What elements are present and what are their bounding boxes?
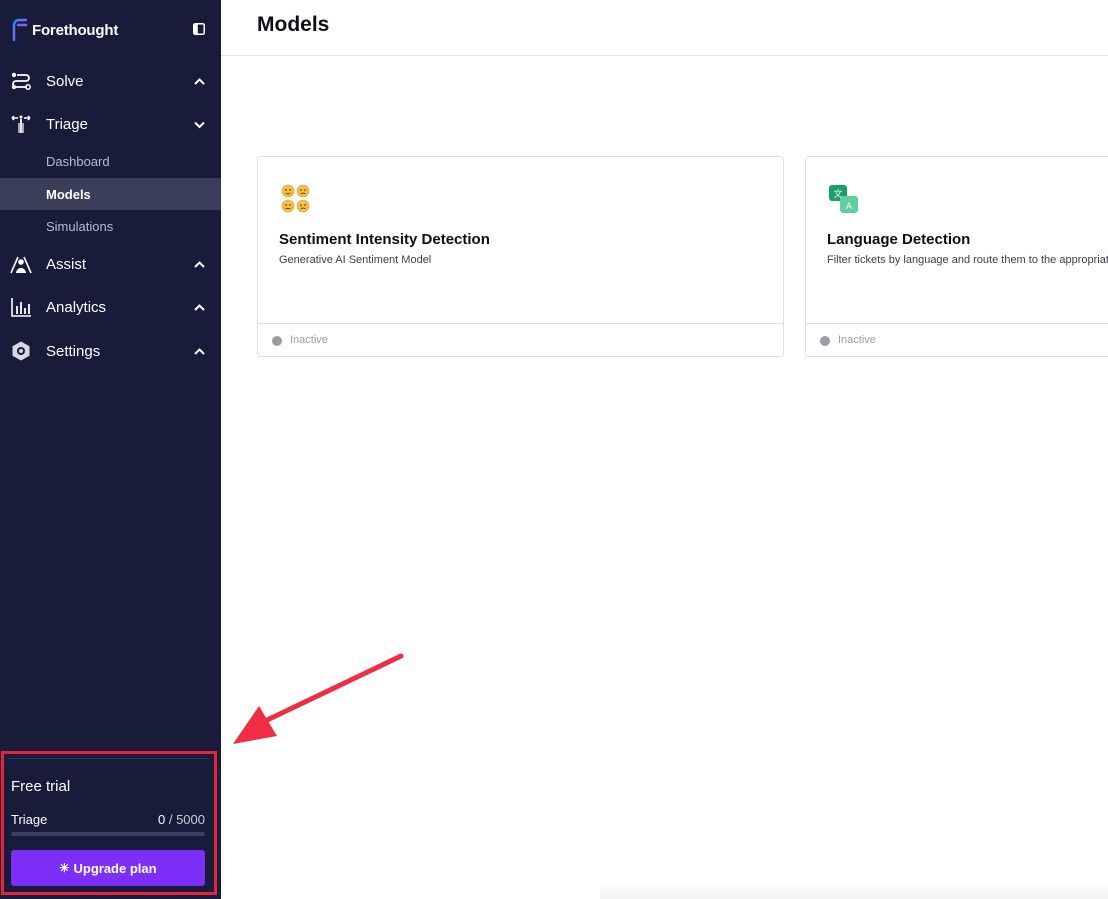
free-trial-panel: Free trial Triage 0 / 5000 ✳ Upgrade pla… [1, 751, 217, 895]
trial-divider [8, 758, 210, 759]
brand-name: Forethought [32, 21, 119, 39]
nav-item-settings[interactable]: Settings [0, 333, 221, 369]
chevron-up-icon [194, 303, 205, 311]
bottom-shadow [600, 880, 1108, 899]
nav-label-assist: Assist [46, 255, 87, 273]
sidebar-item-models[interactable]: Models [0, 178, 221, 210]
upgrade-plan-button[interactable]: ✳ Upgrade plan [11, 850, 205, 886]
settings-icon [12, 341, 30, 361]
card-title: Sentiment Intensity Detection [279, 231, 490, 248]
model-card-language[interactable]: 文 A Language Detection Filter tickets by… [805, 156, 1108, 357]
sidebar-item-label: Simulations [46, 218, 114, 234]
brand[interactable]: Forethought [10, 18, 118, 42]
nav-label-solve: Solve [46, 72, 84, 90]
translate-icon: 文 A [829, 185, 858, 213]
nav-label-settings: Settings [46, 342, 101, 360]
chevron-up-icon [194, 347, 205, 355]
chevron-up-icon [194, 260, 205, 268]
trial-limit: 5000 [176, 812, 205, 827]
sidebar-item-simulations[interactable]: Simulations [0, 210, 221, 242]
sparkle-icon: ✳ [59, 861, 70, 875]
sidebar: Forethought Solve Triage Dashboard Model… [0, 0, 221, 899]
trial-usage-count: 0 / 5000 [158, 812, 205, 827]
nav-item-assist[interactable]: Assist [0, 246, 221, 282]
card-title: Language Detection [827, 231, 971, 248]
page-header: Models [221, 0, 1108, 56]
status-dot-icon [272, 336, 282, 346]
trial-product-label: Triage [11, 812, 48, 827]
solve-icon [11, 72, 31, 90]
svg-text:A: A [846, 202, 853, 212]
card-footer: Inactive [258, 323, 783, 356]
model-card-sentiment[interactable]: Sentiment Intensity Detection Generative… [257, 156, 784, 357]
assist-icon [10, 256, 32, 274]
svg-text:文: 文 [833, 188, 842, 200]
sentiment-faces-icon [281, 184, 310, 213]
sidebar-collapse-icon[interactable] [193, 23, 205, 35]
nav-item-analytics[interactable]: Analytics [0, 289, 221, 325]
sidebar-item-dashboard[interactable]: Dashboard [0, 145, 221, 177]
chevron-up-icon [194, 77, 205, 85]
card-description: Generative AI Sentiment Model [279, 254, 432, 266]
upgrade-plan-label: Upgrade plan [73, 860, 157, 876]
trial-progress-bar [11, 832, 205, 836]
status-badge: Inactive [838, 334, 876, 346]
forethought-logo-icon [12, 18, 28, 42]
triage-icon [11, 115, 31, 133]
nav-item-triage[interactable]: Triage [0, 106, 221, 142]
card-description: Filter tickets by language and route the… [827, 254, 1108, 266]
nav-label-triage: Triage [46, 115, 88, 133]
page-title: Models [257, 13, 330, 36]
sidebar-item-label: Dashboard [46, 153, 110, 169]
nav-item-solve[interactable]: Solve [0, 63, 221, 99]
annotation-arrow-icon [233, 653, 404, 744]
status-badge: Inactive [290, 334, 328, 346]
chevron-down-icon [194, 121, 205, 128]
sidebar-item-label: Models [46, 186, 91, 202]
card-footer: Inactive [806, 323, 1108, 356]
nav-label-analytics: Analytics [46, 298, 107, 316]
trial-used: 0 [157, 812, 166, 827]
trial-separator: / [168, 812, 173, 827]
trial-title: Free trial [11, 778, 71, 795]
analytics-icon [11, 298, 31, 317]
status-dot-icon [820, 336, 830, 346]
